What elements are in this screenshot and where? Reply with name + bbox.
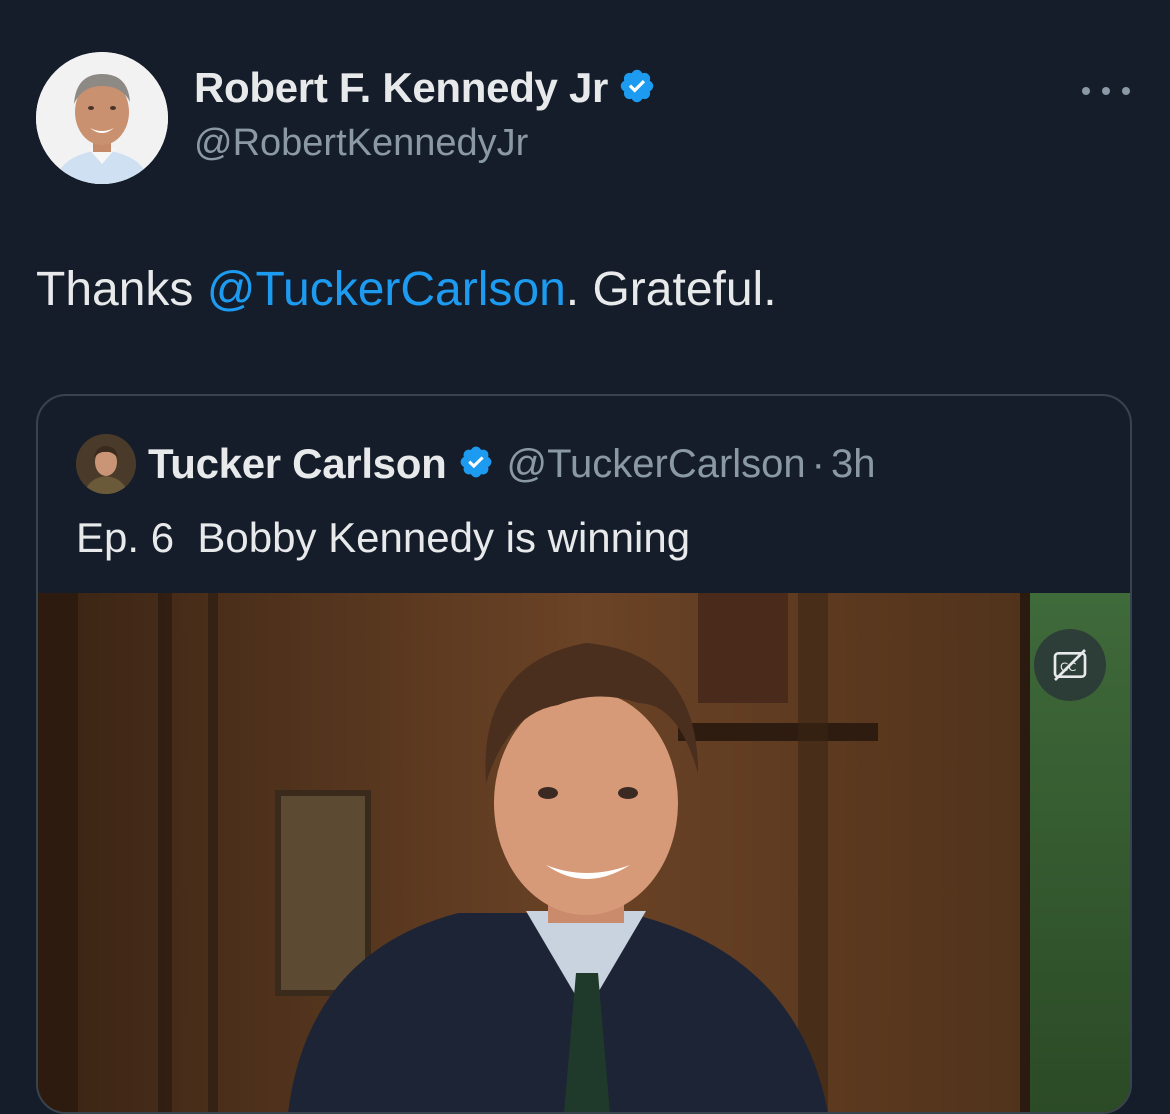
- author-name-row: Robert F. Kennedy Jr: [194, 64, 656, 112]
- video-player[interactable]: CC: [38, 593, 1130, 1112]
- quoted-author-handle[interactable]: @TuckerCarlson: [506, 442, 805, 487]
- mention-link[interactable]: @TuckerCarlson: [207, 263, 566, 316]
- more-dot: [1082, 87, 1090, 95]
- tweet-text-prefix: Thanks: [36, 263, 207, 316]
- more-dot: [1102, 87, 1110, 95]
- author-handle[interactable]: @RobertKennedyJr: [194, 122, 528, 165]
- more-options-icon[interactable]: [1082, 78, 1130, 104]
- author-avatar[interactable]: [36, 52, 168, 184]
- quoted-author-name[interactable]: Tucker Carlson: [148, 440, 447, 488]
- quoted-author-photo: [76, 434, 136, 494]
- verified-badge-icon: [618, 67, 656, 110]
- tweet-text-suffix: . Grateful.: [565, 263, 777, 316]
- more-dot: [1122, 87, 1130, 95]
- quoted-tweet-text: Ep. 6 Bobby Kennedy is winning: [76, 514, 691, 561]
- meta-separator: ·: [811, 441, 825, 486]
- author-name[interactable]: Robert F. Kennedy Jr: [194, 64, 608, 112]
- verified-badge-icon: [458, 444, 494, 485]
- video-thumbnail: [38, 593, 1130, 1112]
- quoted-timestamp[interactable]: 3h: [831, 442, 876, 487]
- captions-off-icon[interactable]: CC: [1034, 629, 1106, 701]
- quoted-tweet-card[interactable]: Tucker Carlson @TuckerCarlson · 3h Ep. 6…: [36, 394, 1132, 1114]
- quoted-author-avatar[interactable]: [76, 434, 136, 494]
- quoted-tweet-header: Tucker Carlson @TuckerCarlson · 3h: [76, 434, 876, 494]
- tweet-text: Thanks @TuckerCarlson. Grateful.: [36, 262, 777, 317]
- author-photo: [36, 52, 168, 184]
